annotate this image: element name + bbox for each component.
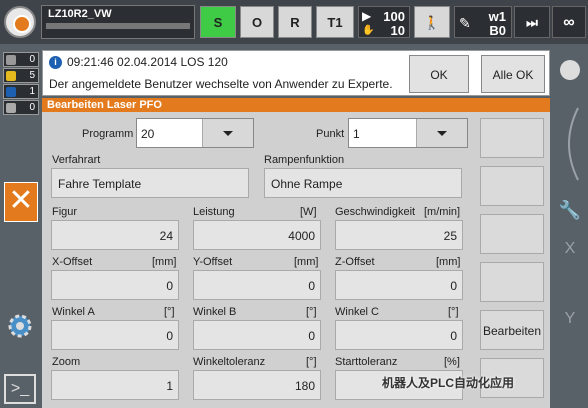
tool-base-button[interactable]: ✎ w1 B0 [454, 6, 512, 38]
field-label: Starttoleranz [335, 356, 398, 368]
winkeltoleranz-field[interactable]: 180 [193, 370, 321, 400]
field-label: Winkel B [193, 306, 237, 318]
field-unit: [°] [306, 356, 317, 368]
field-unit: [%] [444, 356, 460, 368]
jog-icon: ✋ [362, 25, 375, 36]
field-unit: [m/min] [424, 206, 461, 218]
message-header: 09:21:46 02.04.2014 LOS 120 [67, 55, 228, 69]
field-label: Winkeltoleranz [193, 356, 266, 368]
field-label: Z-Offset [335, 256, 375, 268]
winkel-b-field[interactable]: 0 [193, 320, 321, 350]
verfahrart-field[interactable]: Fahre Template [51, 168, 249, 198]
winkel-c-field[interactable]: 0 [335, 320, 463, 350]
programm-label: Programm [82, 128, 134, 140]
axis-y-label[interactable]: Y [552, 310, 588, 328]
ok-button[interactable]: OK [409, 55, 469, 93]
submit-interpreter-button[interactable]: S [200, 6, 236, 38]
play-icon: ▶ [362, 9, 372, 23]
figur-field[interactable]: 24 [51, 220, 179, 250]
gear-icon[interactable] [6, 312, 34, 340]
punkt-select[interactable]: 1 [348, 118, 468, 148]
leistung-field[interactable]: 4000 [193, 220, 321, 250]
zoom-field[interactable]: 1 [51, 370, 179, 400]
terminal-icon[interactable]: >_ [4, 374, 36, 404]
punkt-label: Punkt [316, 128, 345, 140]
drive-status-button[interactable]: O [240, 6, 274, 38]
top-status-bar: LZ10R2_VW S O R T1 ▶ ✋ 100 10 🚶 ✎ w1 B0 … [0, 0, 588, 44]
field-label: Y-Offset [193, 256, 233, 268]
kuka-logo-icon[interactable] [4, 6, 36, 38]
x-offset-field[interactable]: 0 [51, 270, 179, 300]
message-text: Der angemeldete Benutzer wechselte von A… [49, 77, 393, 91]
field-unit: [°] [306, 306, 317, 318]
field-unit: [°] [164, 306, 175, 318]
ack-icon [6, 103, 16, 113]
jog-override-value: 10 [390, 23, 405, 38]
error-count[interactable]: 0 [3, 52, 39, 67]
message-window: i 09:21:46 02.04.2014 LOS 120 Der angeme… [42, 50, 550, 96]
verfahrart-label: Verfahrart [52, 154, 101, 166]
programm-select[interactable]: 20 [136, 118, 254, 148]
warning-count[interactable]: 5 [3, 68, 39, 83]
chevron-down-icon[interactable] [202, 119, 253, 147]
program-override-value: 100 [383, 9, 405, 24]
field-unit: [mm] [294, 256, 319, 268]
softkey-2[interactable] [480, 166, 544, 206]
softkey-1[interactable] [480, 118, 544, 158]
close-icon[interactable]: ✕ [4, 182, 38, 222]
field-label: Geschwindigkeit [335, 206, 416, 218]
all-ok-button[interactable]: Alle OK [481, 55, 545, 93]
operating-mode-button[interactable]: T1 [316, 6, 354, 38]
field-label: Leistung [193, 206, 235, 218]
ack-count[interactable]: 0 [3, 100, 39, 115]
softkey-4[interactable] [480, 262, 544, 302]
field-label: Zoom [52, 356, 81, 368]
walking-person-icon[interactable]: 🚶 [414, 6, 450, 38]
edit-laser-panel: Bearbeiten Laser PFO Programm 20 Punkt 1… [42, 98, 550, 408]
info-icon: i [49, 56, 62, 69]
error-icon [6, 55, 16, 65]
field-label: Figur [52, 206, 78, 218]
field-unit: [mm] [436, 256, 461, 268]
override-button[interactable]: ▶ ✋ 100 10 [358, 6, 410, 38]
robot-status-box[interactable]: LZ10R2_VW [41, 5, 195, 39]
globe-icon[interactable] [560, 60, 580, 80]
base-number: B0 [489, 23, 506, 38]
panel-title: Bearbeiten Laser PFO [42, 98, 550, 112]
softkey-3[interactable] [480, 214, 544, 254]
jog-arc-icon[interactable] [558, 104, 582, 184]
field-label: Winkel A [52, 306, 95, 318]
run-mode-button[interactable]: ⏭ [514, 6, 550, 38]
field-label: X-Offset [52, 256, 93, 268]
robot-interpreter-button[interactable]: R [278, 6, 312, 38]
axis-x-label[interactable]: X [552, 240, 588, 258]
info-icon [6, 87, 16, 97]
bearbeiten-button[interactable]: Bearbeiten [480, 310, 544, 350]
field-unit: [mm] [152, 256, 177, 268]
right-sidebar: 🔧 X Y [552, 44, 588, 408]
increment-infinity-button[interactable]: ∞ [552, 6, 586, 38]
robot-name: LZ10R2_VW [48, 8, 112, 20]
wrench-icon[interactable]: 🔧 [552, 200, 588, 221]
rampen-label: Rampenfunktion [264, 154, 345, 166]
info-count[interactable]: 1 [3, 84, 39, 99]
tool-icon: ✎ [459, 15, 471, 31]
y-offset-field[interactable]: 0 [193, 270, 321, 300]
field-unit: [W] [300, 206, 317, 218]
chevron-down-icon[interactable] [416, 119, 467, 147]
left-sidebar: 0 5 1 0 ✕ >_ [0, 44, 40, 408]
geschwindigkeit-field[interactable]: 25 [335, 220, 463, 250]
tool-number: w1 [488, 9, 506, 24]
warning-icon [6, 71, 16, 81]
robot-progress-bar [46, 23, 190, 29]
winkel-a-field[interactable]: 0 [51, 320, 179, 350]
z-offset-field[interactable]: 0 [335, 270, 463, 300]
field-label: Winkel C [335, 306, 380, 318]
field-unit: [°] [448, 306, 459, 318]
watermark-text: 机器人及PLC自动化应用 [382, 376, 515, 390]
rampen-field[interactable]: Ohne Rampe [264, 168, 462, 198]
